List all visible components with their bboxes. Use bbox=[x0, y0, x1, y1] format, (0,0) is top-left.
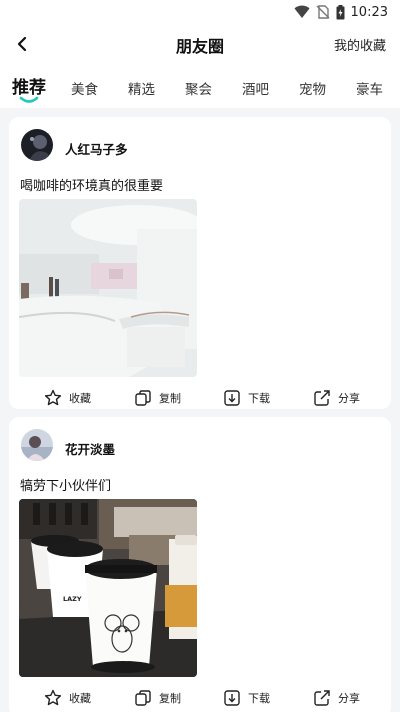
post-photo[interactable] bbox=[19, 199, 197, 377]
post-card: 花开淡墨 犒劳下小伙伴们 LAZY 收藏 复制 下载 分享 bbox=[9, 417, 391, 712]
no-sim-icon bbox=[316, 5, 330, 19]
star-icon bbox=[44, 389, 62, 406]
share-icon bbox=[314, 390, 330, 406]
active-tab-indicator bbox=[19, 96, 39, 103]
tab-party[interactable]: 聚会 bbox=[185, 78, 212, 98]
post-actions: 收藏 复制 下载 分享 bbox=[9, 387, 391, 409]
tab-pets[interactable]: 宠物 bbox=[299, 78, 326, 98]
category-tabs: 推荐 美食 精选 聚会 酒吧 宠物 豪车 bbox=[0, 64, 400, 108]
copy-button[interactable]: 复制 bbox=[134, 387, 181, 409]
star-icon bbox=[44, 689, 62, 706]
copy-label: 复制 bbox=[159, 692, 181, 705]
download-button[interactable]: 下载 bbox=[223, 687, 270, 709]
post-caption: 犒劳下小伙伴们 bbox=[20, 479, 112, 494]
copy-icon bbox=[135, 690, 151, 706]
share-icon bbox=[314, 690, 330, 706]
post-username[interactable]: 人红马子多 bbox=[65, 139, 128, 158]
share-label: 分享 bbox=[338, 692, 360, 705]
copy-label: 复制 bbox=[159, 392, 181, 405]
tab-recommended[interactable]: 推荐 bbox=[12, 73, 46, 98]
tab-food[interactable]: 美食 bbox=[71, 78, 98, 98]
copy-button[interactable]: 复制 bbox=[134, 687, 181, 709]
favorite-button[interactable]: 收藏 bbox=[44, 387, 91, 409]
tab-bar[interactable]: 酒吧 bbox=[242, 78, 269, 98]
tab-luxury-cars[interactable]: 豪车 bbox=[356, 78, 383, 98]
favorite-button[interactable]: 收藏 bbox=[44, 687, 91, 709]
copy-icon bbox=[135, 390, 151, 406]
avatar[interactable] bbox=[21, 429, 53, 461]
post-actions: 收藏 复制 下载 分享 bbox=[9, 687, 391, 709]
status-time: 10:23 bbox=[350, 4, 388, 20]
wifi-icon bbox=[294, 5, 310, 18]
share-label: 分享 bbox=[338, 392, 360, 405]
status-bar: 10:23 bbox=[0, 0, 400, 24]
download-icon bbox=[224, 390, 240, 406]
download-label: 下载 bbox=[248, 392, 270, 405]
post-caption: 喝咖啡的环境真的很重要 bbox=[20, 179, 164, 194]
download-button[interactable]: 下载 bbox=[223, 387, 270, 409]
app-header: 朋友圈 我的收藏 bbox=[0, 24, 400, 64]
tab-featured[interactable]: 精选 bbox=[128, 78, 155, 98]
battery-icon bbox=[336, 4, 345, 19]
favorite-label: 收藏 bbox=[69, 692, 91, 705]
post-username[interactable]: 花开淡墨 bbox=[65, 439, 115, 458]
my-favorites-link[interactable]: 我的收藏 bbox=[334, 35, 386, 54]
download-icon bbox=[224, 690, 240, 706]
share-button[interactable]: 分享 bbox=[313, 387, 360, 409]
post-photo[interactable]: LAZY bbox=[19, 499, 197, 677]
favorite-label: 收藏 bbox=[69, 392, 91, 405]
share-button[interactable]: 分享 bbox=[313, 687, 360, 709]
download-label: 下载 bbox=[248, 692, 270, 705]
post-card: 人红马子多 喝咖啡的环境真的很重要 收藏 复制 下载 分享 bbox=[9, 117, 391, 409]
cup-brand-text: LAZY bbox=[63, 595, 82, 603]
avatar[interactable] bbox=[21, 129, 53, 161]
